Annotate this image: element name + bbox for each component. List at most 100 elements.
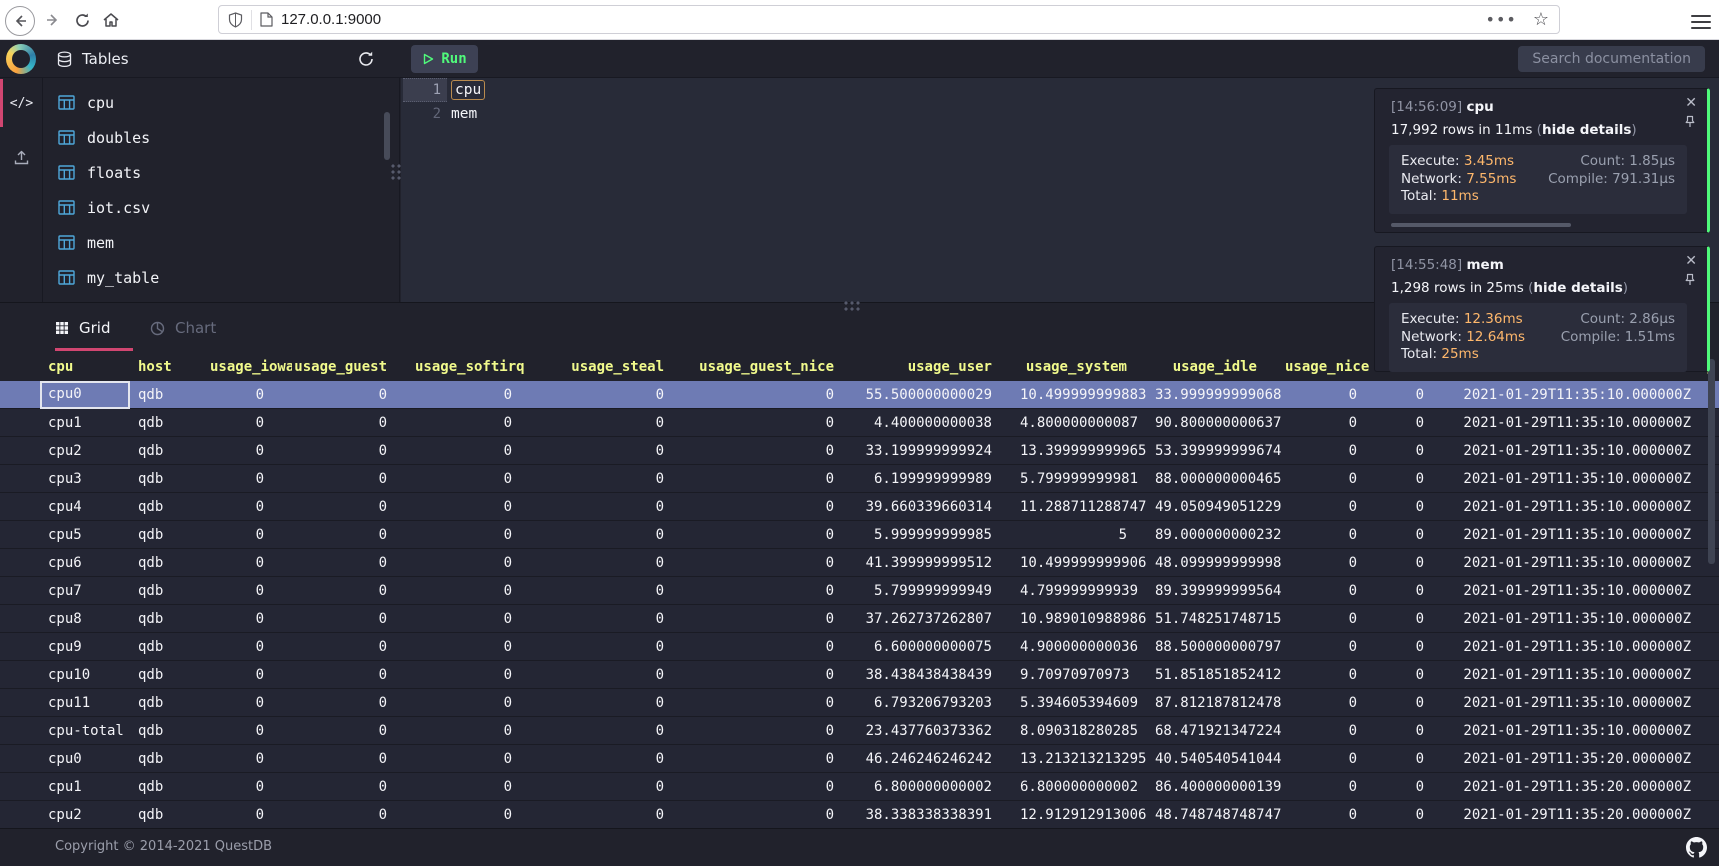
cell[interactable]: 0 (210, 611, 292, 627)
cell[interactable]: 0 (292, 695, 415, 711)
table-row[interactable]: cpu0qdb0000055.50000000002910.4999999998… (0, 381, 1719, 409)
cell[interactable]: 2021-01-29T11:35:10.000000Z (1452, 471, 1719, 487)
cell[interactable]: 0 (210, 527, 292, 543)
cell[interactable]: 0 (210, 639, 292, 655)
cell[interactable]: 0 (692, 611, 862, 627)
cell[interactable]: 0 (210, 387, 292, 403)
cell[interactable]: qdb (130, 527, 210, 543)
cell[interactable]: 86.400000000139 (1155, 779, 1285, 795)
browser-back-icon[interactable] (5, 6, 35, 36)
github-icon[interactable] (1686, 837, 1707, 858)
cell[interactable]: cpu4 (40, 499, 130, 515)
cell[interactable]: 89.000000000232 (1155, 527, 1285, 543)
cell[interactable]: 0 (540, 723, 692, 739)
cell[interactable]: cpu9 (40, 639, 130, 655)
cell[interactable]: 0 (415, 723, 540, 739)
cell[interactable]: 0 (1285, 415, 1385, 431)
cell[interactable]: 0 (292, 807, 415, 823)
cell[interactable]: 0 (1285, 667, 1385, 683)
cell[interactable]: 0 (1285, 555, 1385, 571)
cell[interactable]: 10.499999999883 (1020, 387, 1155, 403)
cell[interactable]: 0 (415, 471, 540, 487)
cell[interactable]: 0 (210, 415, 292, 431)
cell[interactable]: 6.793206793203 (862, 695, 1020, 711)
cell[interactable]: 0 (692, 555, 862, 571)
cell[interactable]: 0 (415, 667, 540, 683)
table-row[interactable]: cpu-totalqdb0000023.4377603733628.090318… (0, 717, 1719, 745)
cell[interactable]: 0 (292, 387, 415, 403)
cell[interactable]: 0 (692, 387, 862, 403)
refresh-tables-button[interactable] (352, 46, 380, 72)
cell[interactable]: 0 (292, 723, 415, 739)
table-row[interactable]: cpu2qdb0000038.33833833839112.9129129130… (0, 801, 1719, 829)
column-header-usage_guest[interactable]: usage_guest (292, 359, 415, 375)
cell[interactable]: 88.000000000465 (1155, 471, 1285, 487)
cell[interactable]: 0 (692, 751, 862, 767)
cell[interactable]: 0 (1285, 695, 1385, 711)
page-actions-icon[interactable]: ••• (1486, 10, 1517, 29)
cell[interactable]: 10.989010988986 (1020, 611, 1155, 627)
cell[interactable]: 0 (292, 443, 415, 459)
cell[interactable]: 12.912912913006 (1020, 807, 1155, 823)
cell[interactable]: 46.246246246242 (862, 751, 1020, 767)
column-header-usage_nice[interactable]: usage_nice (1285, 359, 1385, 375)
cell[interactable]: 2021-01-29T11:35:10.000000Z (1452, 611, 1719, 627)
cell[interactable]: 0 (415, 499, 540, 515)
column-header-usage_user[interactable]: usage_user (862, 359, 1020, 375)
cell[interactable]: 0 (540, 695, 692, 711)
cell[interactable]: 0 (210, 555, 292, 571)
table-row[interactable]: cpu1qdb000004.4000000000384.800000000087… (0, 409, 1719, 437)
cell[interactable]: 4.799999999939 (1020, 583, 1155, 599)
cell[interactable]: 2021-01-29T11:35:20.000000Z (1452, 779, 1719, 795)
cell[interactable]: 0 (210, 779, 292, 795)
cell[interactable]: qdb (130, 387, 210, 403)
cell[interactable]: 49.050949051229 (1155, 499, 1285, 515)
table-row[interactable]: cpu11qdb000006.7932067932035.39460539460… (0, 689, 1719, 717)
cell[interactable]: cpu2 (40, 443, 130, 459)
cell[interactable]: 48.099999999998 (1155, 555, 1285, 571)
table-row[interactable]: cpu7qdb000005.7999999999494.799999999939… (0, 577, 1719, 605)
cell[interactable]: 0 (1285, 779, 1385, 795)
sidebar-table-item-doubles[interactable]: doubles (44, 120, 399, 155)
cell[interactable]: qdb (130, 667, 210, 683)
cell[interactable]: cpu1 (40, 415, 130, 431)
cell[interactable]: 0 (415, 807, 540, 823)
cell[interactable]: 39.660339660314 (862, 499, 1020, 515)
editor-resize-handle[interactable] (843, 300, 861, 312)
cell[interactable]: cpu10 (40, 667, 130, 683)
cell[interactable]: 5 (1020, 527, 1155, 543)
search-documentation-button[interactable]: Search documentation (1518, 46, 1705, 72)
hide-details-link[interactable]: hide details (1533, 280, 1622, 296)
cell[interactable]: 0 (415, 415, 540, 431)
cell[interactable]: 0 (540, 639, 692, 655)
cell[interactable]: cpu0 (40, 381, 130, 409)
cell[interactable]: 0 (1285, 639, 1385, 655)
cell[interactable]: 2021-01-29T11:35:10.000000Z (1452, 415, 1719, 431)
cell[interactable]: 68.471921347224 (1155, 723, 1285, 739)
cell[interactable]: 0 (415, 583, 540, 599)
table-row[interactable]: cpu8qdb0000037.26273726280710.9890109889… (0, 605, 1719, 633)
cell[interactable]: cpu7 (40, 583, 130, 599)
cell[interactable]: 6.600000000075 (862, 639, 1020, 655)
sidebar-table-item-floats[interactable]: floats (44, 155, 399, 190)
cell[interactable]: qdb (130, 611, 210, 627)
cell[interactable]: 0 (292, 555, 415, 571)
cell[interactable]: qdb (130, 779, 210, 795)
sidebar-table-item-iot.csv[interactable]: iot.csv (44, 190, 399, 225)
cell[interactable]: 0 (210, 499, 292, 515)
cell[interactable]: 0 (1285, 499, 1385, 515)
bookmark-star-icon[interactable]: ☆ (1533, 9, 1549, 30)
table-row[interactable]: cpu6qdb0000041.39999999951210.4999999999… (0, 549, 1719, 577)
cell[interactable]: 0 (210, 471, 292, 487)
cell[interactable]: 0 (692, 807, 862, 823)
hide-details-link[interactable]: hide details (1542, 122, 1631, 138)
cell[interactable]: 6.800000000002 (862, 779, 1020, 795)
table-row[interactable]: cpu3qdb000006.1999999999895.799999999981… (0, 465, 1719, 493)
cell[interactable]: 0 (540, 387, 692, 403)
cell[interactable]: 0 (540, 751, 692, 767)
cell[interactable]: 0 (540, 583, 692, 599)
cell[interactable]: 51.851851852412 (1155, 667, 1285, 683)
cell[interactable]: 0 (1385, 807, 1452, 823)
cell[interactable]: cpu0 (40, 751, 130, 767)
column-header-usage_softirq[interactable]: usage_softirq (415, 359, 540, 375)
